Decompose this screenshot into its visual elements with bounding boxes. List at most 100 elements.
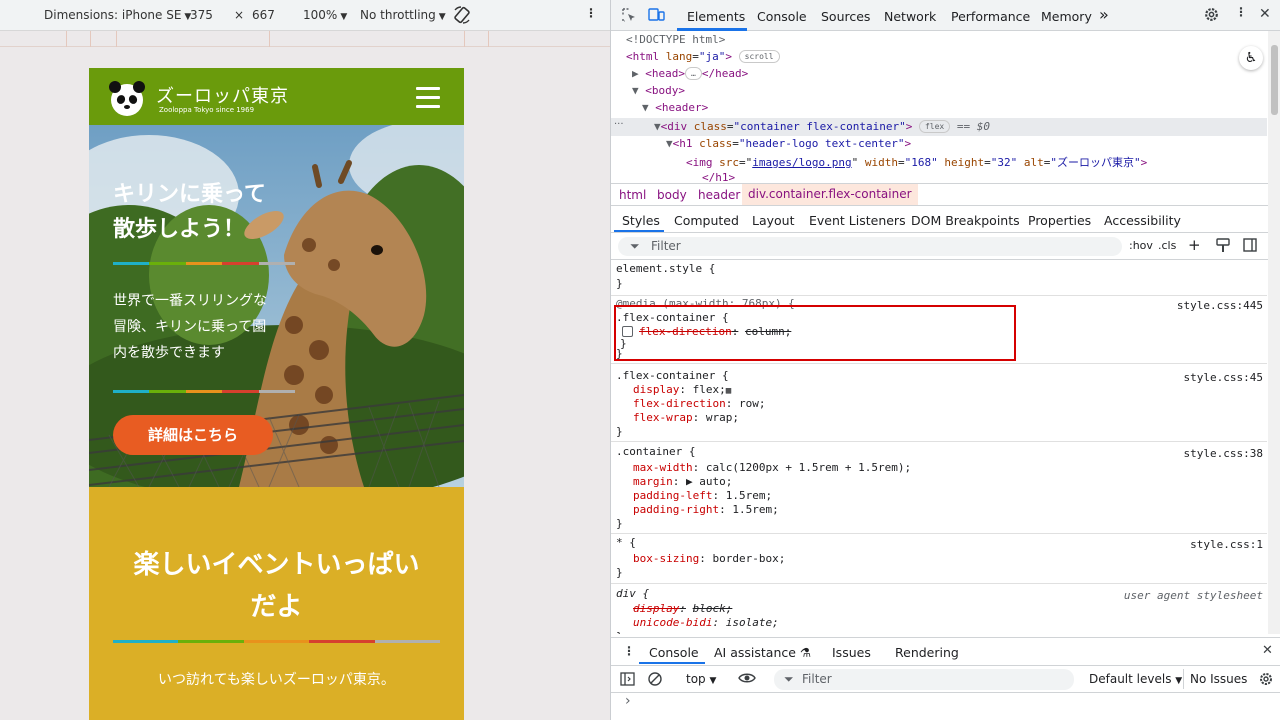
dom-div-node[interactable]: ▼<div class="container flex-container"> … bbox=[654, 120, 990, 133]
tab-event-listeners[interactable]: Event Listeners bbox=[809, 213, 906, 228]
breadcrumb-div[interactable]: div.container.flex-container bbox=[742, 184, 918, 205]
declaration[interactable]: unicode-bidi: isolate; bbox=[633, 616, 779, 629]
rule-selector[interactable]: * { bbox=[616, 536, 636, 549]
source-link[interactable]: style.css:38 bbox=[1184, 447, 1263, 460]
zoom-select[interactable]: 100% ▼ bbox=[303, 8, 347, 22]
tab-computed[interactable]: Computed bbox=[674, 213, 739, 228]
close-icon[interactable]: ✕ bbox=[1259, 6, 1271, 22]
clear-console-icon[interactable] bbox=[647, 671, 663, 690]
settings-gear-icon[interactable] bbox=[1203, 6, 1220, 26]
device-toggle-icon[interactable] bbox=[648, 7, 666, 26]
dom-h1-node[interactable]: ▼<h1 class="header-logo text-center"> bbox=[666, 137, 911, 150]
breadcrumb-html[interactable]: html bbox=[619, 188, 646, 202]
dom-head-node[interactable]: ▶ <head>… </head> bbox=[632, 67, 748, 80]
sidebar-icon[interactable] bbox=[620, 672, 635, 689]
tab-sources[interactable]: Sources bbox=[821, 9, 870, 24]
tab-console[interactable]: Console bbox=[757, 9, 807, 24]
dom-h1-close[interactable]: </h1> bbox=[702, 171, 735, 183]
tab-layout[interactable]: Layout bbox=[752, 213, 795, 228]
rule-selector[interactable]: element.style { bbox=[616, 262, 715, 275]
collapse-arrow-icon[interactable]: ▼ bbox=[642, 101, 655, 114]
source-link[interactable]: style.css:1 bbox=[1190, 538, 1263, 551]
drawer-menu-icon[interactable]: ⋮ bbox=[623, 644, 635, 658]
media-query-ruler[interactable] bbox=[0, 31, 610, 47]
expand-arrow-icon[interactable]: ▶ bbox=[632, 67, 645, 80]
declaration[interactable]: margin: ▶ auto; bbox=[633, 475, 732, 488]
add-rule-icon[interactable]: + bbox=[1188, 236, 1201, 254]
scroll-badge[interactable]: scroll bbox=[738, 50, 780, 63]
flex-badge[interactable]: flex bbox=[918, 120, 951, 133]
devtools-scrollbar[interactable] bbox=[1268, 31, 1280, 634]
more-options-icon[interactable]: ⋮ bbox=[585, 6, 597, 20]
breadcrumb-header[interactable]: header bbox=[698, 188, 740, 202]
sidebar-toggle-icon[interactable] bbox=[1243, 238, 1257, 255]
dom-header-node[interactable]: ▼ <header> bbox=[642, 101, 708, 114]
issues-counter[interactable]: No Issues bbox=[1190, 672, 1247, 686]
declaration[interactable]: padding-right: 1.5rem; bbox=[633, 503, 779, 516]
console-prompt[interactable]: › bbox=[625, 693, 631, 709]
source-link[interactable]: style.css:45 bbox=[1184, 371, 1263, 384]
overridden-declaration[interactable]: display: block; bbox=[633, 602, 732, 615]
paint-icon[interactable] bbox=[1216, 238, 1230, 256]
width-input[interactable]: 375 bbox=[190, 8, 213, 22]
site-logo-title[interactable]: ズーロッパ東京 bbox=[156, 82, 289, 108]
tab-network[interactable]: Network bbox=[884, 9, 936, 24]
cls-toggle[interactable]: .cls bbox=[1158, 239, 1176, 252]
breadcrumb-body[interactable]: body bbox=[657, 188, 687, 202]
tab-memory[interactable]: Memory bbox=[1041, 9, 1092, 24]
collapsed-badge[interactable]: … bbox=[685, 67, 702, 80]
dom-img-node[interactable]: <img src="images/logo.png" width="168" h… bbox=[686, 154, 1147, 170]
flexbox-editor-icon[interactable]: ▦ bbox=[726, 386, 731, 396]
dom-row-dots[interactable]: ··· bbox=[614, 119, 624, 130]
throttling-label: No throttling bbox=[360, 8, 436, 22]
dom-doctype[interactable]: <!DOCTYPE html> bbox=[626, 33, 725, 46]
context-select[interactable]: top ▼ bbox=[686, 672, 716, 686]
tab-dom-breakpoints[interactable]: DOM Breakpoints bbox=[911, 213, 1020, 228]
more-tabs-icon[interactable]: » bbox=[1099, 5, 1109, 24]
rule-selector[interactable]: .container { bbox=[616, 445, 695, 458]
tab-styles[interactable]: Styles bbox=[622, 213, 660, 228]
collapse-arrow-icon[interactable]: ▼ bbox=[666, 137, 673, 150]
hamburger-menu-icon[interactable] bbox=[416, 87, 440, 108]
declaration[interactable]: padding-left: 1.5rem; bbox=[633, 489, 772, 502]
device-select[interactable]: Dimensions: iPhone SE ▼ bbox=[44, 8, 191, 22]
declaration[interactable]: flex-wrap: wrap; bbox=[633, 411, 739, 424]
tab-properties[interactable]: Properties bbox=[1028, 213, 1091, 228]
log-levels-select[interactable]: Default levels ▼ bbox=[1089, 672, 1182, 686]
inspect-element-icon[interactable] bbox=[621, 7, 637, 26]
collapse-arrow-icon[interactable]: ▼ bbox=[654, 120, 661, 133]
drawer-tab-rendering[interactable]: Rendering bbox=[895, 645, 959, 660]
declaration[interactable]: display: flex;▦ bbox=[633, 383, 731, 396]
img-src-link[interactable]: images/logo.png bbox=[752, 156, 851, 169]
drawer-tab-console[interactable]: Console bbox=[649, 645, 699, 660]
more-options-icon[interactable]: ⋮ bbox=[1235, 5, 1247, 19]
console-filter-input[interactable]: ⏷ Filter bbox=[774, 669, 1074, 690]
dom-html-node[interactable]: <html lang="ja"> scroll bbox=[626, 50, 780, 63]
dom-body-node[interactable]: ▼ <body> bbox=[632, 84, 685, 97]
tab-accessibility[interactable]: Accessibility bbox=[1104, 213, 1181, 228]
rule-selector[interactable]: .flex-container { bbox=[616, 369, 729, 382]
drawer-tab-ai-assistance[interactable]: AI assistance ⚗ bbox=[714, 645, 811, 660]
declaration[interactable]: box-sizing: border-box; bbox=[633, 552, 785, 565]
eye-icon[interactable] bbox=[738, 671, 756, 688]
throttling-select[interactable]: No throttling ▼ bbox=[360, 8, 446, 22]
scrollbar-thumb[interactable] bbox=[1271, 45, 1278, 115]
details-button[interactable]: 詳細はこちら bbox=[113, 415, 273, 455]
height-input[interactable]: 667 bbox=[252, 8, 275, 22]
styles-filter-input[interactable]: ⏷ Filter bbox=[618, 237, 1122, 256]
rotate-icon[interactable] bbox=[452, 5, 472, 28]
rule-selector[interactable]: div { bbox=[616, 587, 649, 600]
drawer-tab-issues[interactable]: Issues bbox=[832, 645, 871, 660]
hov-toggle[interactable]: :hov bbox=[1129, 239, 1153, 252]
tab-performance[interactable]: Performance bbox=[951, 9, 1030, 24]
panda-logo-icon[interactable] bbox=[109, 81, 145, 116]
console-settings-icon[interactable] bbox=[1258, 671, 1274, 690]
collapse-arrow-icon[interactable]: ▼ bbox=[632, 84, 645, 97]
dom-selected-row[interactable]: ··· ▼<div class="container flex-containe… bbox=[611, 118, 1267, 136]
close-drawer-icon[interactable]: ✕ bbox=[1262, 643, 1273, 658]
declaration[interactable]: flex-direction: row; bbox=[633, 397, 765, 410]
tab-elements[interactable]: Elements bbox=[687, 9, 745, 24]
source-link[interactable]: style.css:445 bbox=[1177, 299, 1263, 312]
accessibility-icon[interactable]: ♿ bbox=[1239, 46, 1263, 70]
declaration[interactable]: max-width: calc(1200px + 1.5rem + 1.5rem… bbox=[633, 461, 911, 474]
